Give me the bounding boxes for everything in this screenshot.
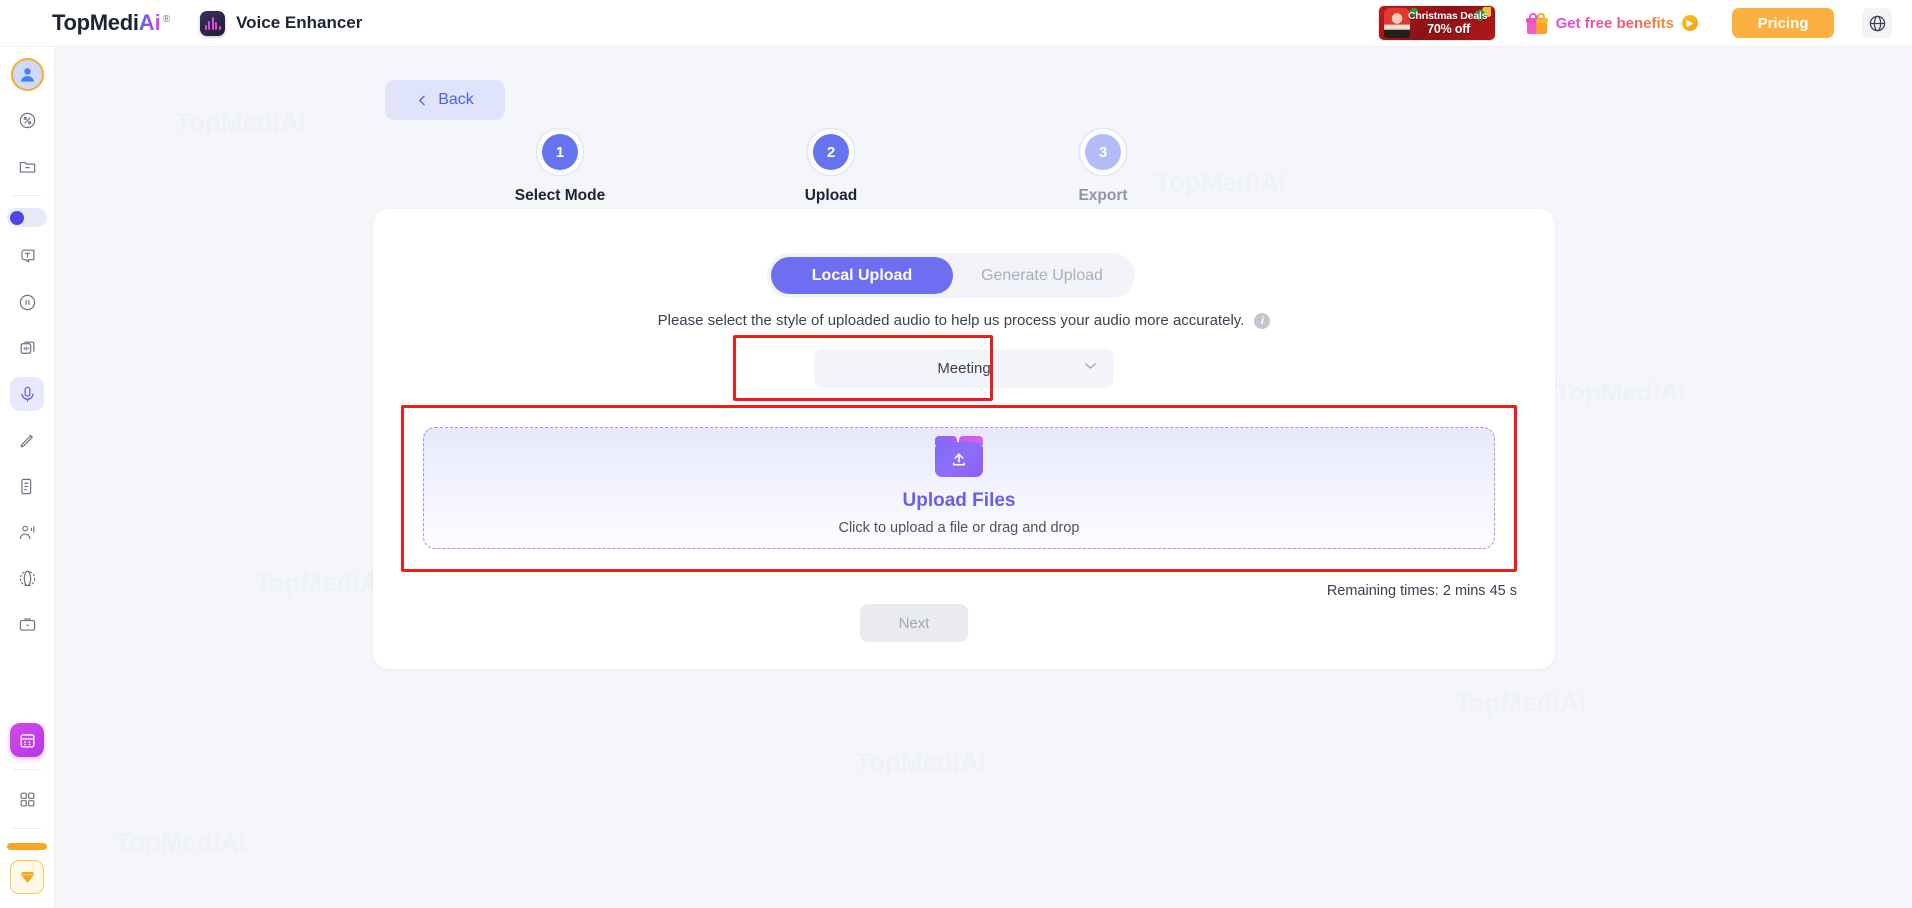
watermark: TopMediAi	[255, 567, 386, 598]
step-export[interactable]: 3 Export	[1028, 134, 1178, 205]
benefits-label: Get free benefits	[1555, 14, 1674, 32]
main-content: TopMediAi TopMediAi TopMediAi TopMediAi …	[55, 47, 1912, 908]
promo-line-2: 70% off	[1427, 22, 1471, 36]
top-bar-actions: Christmas Deals 70% off Get free benefit…	[1377, 5, 1912, 41]
step-number: 2	[813, 134, 849, 170]
tab-generate-upload[interactable]: Generate Upload	[953, 257, 1131, 294]
sidebar-divider-3	[12, 828, 42, 829]
sidebar-divider-1	[12, 195, 42, 196]
step-label: Export	[1078, 187, 1128, 204]
dropzone-title: Upload Files	[902, 490, 1016, 511]
step-select-mode[interactable]: 1 Select Mode	[485, 134, 635, 205]
brand-logo[interactable]: TopMedi Ai ®	[52, 10, 170, 36]
brand-name-ai: Ai	[138, 10, 161, 35]
back-button[interactable]: Back	[385, 80, 505, 120]
step-label: Select Mode	[514, 187, 606, 204]
globe-icon[interactable]	[1862, 8, 1892, 38]
sidebar-divider-2	[12, 769, 42, 770]
sidebar-item-text-to-speech[interactable]	[10, 239, 44, 273]
dropzone-subtitle: Click to upload a file or drag and drop	[838, 520, 1080, 536]
chevron-down-icon	[1085, 363, 1096, 369]
sidebar-item-workspace[interactable]	[10, 607, 44, 641]
watermark: TopMediAi	[1455, 687, 1586, 718]
app-title: Voice Enhancer	[200, 10, 363, 36]
waveform-icon	[200, 10, 226, 36]
upload-mode-tabs: Local Upload Generate Upload	[767, 253, 1135, 298]
watermark: TopMediAi	[115, 827, 246, 858]
watermark: TopMediAi	[855, 747, 986, 778]
upload-card: Local Upload Generate Upload Please sele…	[373, 209, 1555, 669]
arrow-right-circle-icon: ▶	[1682, 15, 1698, 31]
sidebar-item-translate[interactable]	[10, 561, 44, 595]
sidebar-item-discount[interactable]	[10, 103, 44, 137]
orange-bar-icon[interactable]	[7, 843, 47, 850]
watermark: TopMediAi	[1555, 377, 1686, 408]
style-hint-row: Please select the style of uploaded audi…	[373, 312, 1555, 329]
step-number: 3	[1085, 134, 1121, 170]
sidebar-item-avatar[interactable]	[10, 58, 44, 91]
sidebar-item-cards[interactable]	[10, 331, 44, 365]
gift-icon	[1525, 12, 1548, 34]
toggle-switch-icon	[10, 210, 24, 225]
style-select[interactable]: Meeting	[814, 349, 1114, 388]
sidebar-item-voice-enhancer[interactable]	[10, 377, 44, 411]
sidebar-item-apps[interactable]	[10, 782, 44, 816]
sidebar-item-voice-edit[interactable]	[10, 423, 44, 457]
sidebar-item-toggle[interactable]	[7, 208, 47, 227]
registered-trademark-icon: ®	[162, 14, 171, 25]
upload-folder-icon	[935, 436, 983, 477]
tab-local-upload[interactable]: Local Upload	[771, 257, 953, 294]
santa-icon	[1383, 8, 1410, 38]
step-number: 1	[542, 134, 578, 170]
chevron-left-icon	[419, 95, 425, 105]
sidebar-item-audio-pause[interactable]	[10, 285, 44, 319]
back-label: Back	[438, 91, 474, 108]
christmas-promo-banner[interactable]: Christmas Deals 70% off	[1377, 5, 1496, 41]
brand-name-main: TopMedi	[52, 10, 139, 35]
sidebar-item-speaker-profile[interactable]	[10, 515, 44, 549]
get-free-benefits-button[interactable]: Get free benefits ▶	[1525, 12, 1698, 34]
sidebar-item-folder[interactable]	[10, 149, 44, 183]
promo-line-1: Christmas Deals	[1407, 10, 1488, 22]
style-select-value: Meeting	[937, 360, 991, 377]
step-label: Upload	[804, 187, 858, 204]
app-name-label: Voice Enhancer	[236, 13, 363, 32]
sidebar-item-calendar[interactable]	[10, 723, 44, 757]
remaining-times-label: Remaining times: 2 mins 45 s	[1326, 583, 1517, 599]
step-upload[interactable]: 2 Upload	[756, 134, 906, 205]
style-hint-text: Please select the style of uploaded audi…	[657, 312, 1245, 329]
sidebar-item-transcript[interactable]	[10, 469, 44, 503]
sidebar	[0, 47, 55, 908]
sidebar-item-rewards[interactable]	[10, 860, 44, 894]
file-dropzone[interactable]: Upload Files Click to upload a file or d…	[423, 427, 1495, 549]
pricing-button[interactable]: Pricing	[1732, 8, 1834, 38]
top-bar: TopMedi Ai ® Voice Enhancer Christmas De…	[0, 0, 1912, 47]
info-circle-icon[interactable]: i	[1254, 312, 1271, 329]
next-button[interactable]: Next	[860, 604, 968, 642]
